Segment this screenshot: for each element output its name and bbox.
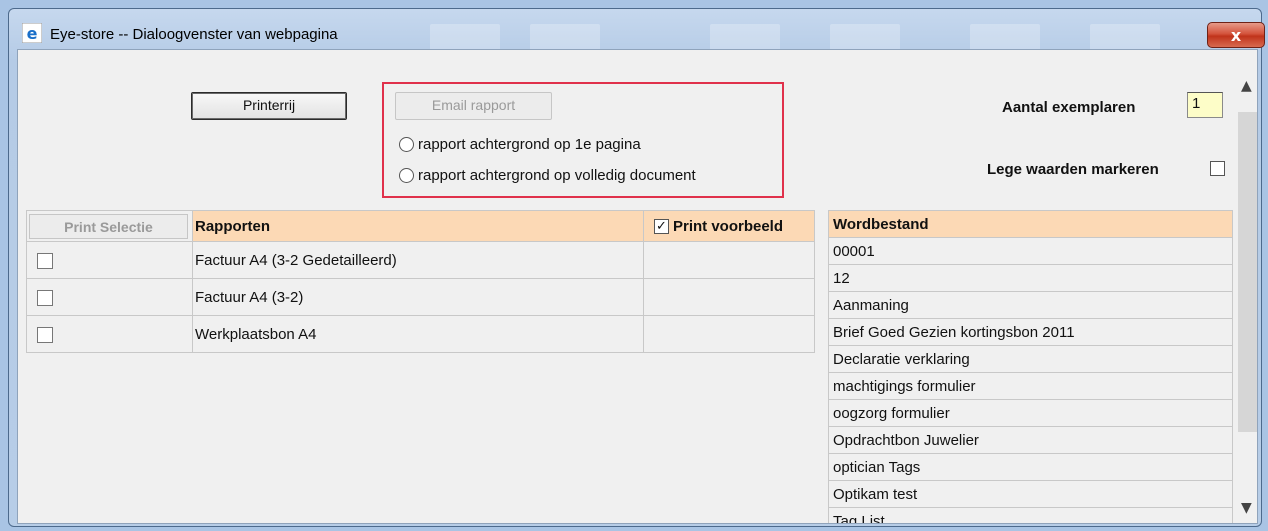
printer-queue-button[interactable]: Printerrij [191,92,347,120]
list-item[interactable]: Tag List [828,507,1233,523]
list-item[interactable]: 00001 [828,237,1233,265]
list-item[interactable]: Declaratie verklaring [828,345,1233,373]
radio-first-page-label: rapport achtergrond op 1e pagina [418,136,641,153]
scrollbar-thumb[interactable] [1238,112,1257,432]
dialog-content: Printerrij Email rapport rapport achterg… [17,49,1258,524]
radio-full-document[interactable] [399,168,414,183]
radio-first-page[interactable] [399,137,414,152]
svg-text:e: e [27,24,38,43]
table-row[interactable]: Werkplaatsbon A4 [26,315,815,353]
print-preview-label: Print voorbeeld [673,217,784,235]
print-selection-button[interactable]: Print Selectie [29,213,188,239]
row-checkbox[interactable] [37,326,53,343]
report-name[interactable]: Factuur A4 (3-2 Gedetailleerd) [192,241,644,279]
copies-label: Aantal exemplaren [1002,99,1136,116]
mark-empty-label: Lege waarden markeren [987,161,1159,178]
mark-empty-checkbox[interactable] [1210,161,1225,176]
list-item[interactable]: Opdrachtbon Juwelier [828,426,1233,454]
close-button[interactable]: x [1207,22,1265,48]
row-select-cell [26,278,193,316]
word-file-header: Wordbestand [828,210,1233,238]
table-row[interactable]: Factuur A4 (3-2 Gedetailleerd) [26,241,815,279]
radio-full-document-option[interactable]: rapport achtergrond op volledig document [399,167,696,184]
reports-table: Print Selectie Rapporten ✓ Print voorbee… [26,210,815,353]
row-preview-cell [643,278,815,316]
print-preview-header: ✓ Print voorbeeld [643,210,815,242]
row-checkbox[interactable] [37,252,53,269]
word-file-list: Wordbestand 00001 12 Aanmaning Brief Goe… [828,210,1233,523]
reports-header: Rapporten [192,210,644,242]
table-row[interactable]: Factuur A4 (3-2) [26,278,815,316]
print-preview-option[interactable]: ✓ Print voorbeeld [644,218,814,235]
close-icon: x [1230,25,1242,45]
row-checkbox[interactable] [37,289,53,306]
radio-full-document-label: rapport achtergrond op volledig document [418,167,696,184]
list-item[interactable]: Brief Goed Gezien kortingsbon 2011 [828,318,1233,346]
report-name[interactable]: Factuur A4 (3-2) [192,278,644,316]
row-preview-cell [643,241,815,279]
copies-input[interactable]: 1 [1187,92,1223,118]
print-preview-checkbox[interactable]: ✓ [654,218,669,234]
list-item[interactable]: Aanmaning [828,291,1233,319]
reports-header-row: Print Selectie Rapporten ✓ Print voorbee… [26,210,815,242]
row-select-cell [26,241,193,279]
window-title: Eye-store -- Dialoogvenster van webpagin… [50,26,338,43]
list-item[interactable]: 12 [828,264,1233,292]
vertical-scrollbar[interactable]: ▲ ▼ [1237,72,1257,523]
title-bar: e Eye-store -- Dialoogvenster van webpag… [10,12,1265,54]
list-item[interactable]: optician Tags [828,453,1233,481]
scroll-down-icon[interactable]: ▼ [1241,500,1252,516]
report-name[interactable]: Werkplaatsbon A4 [192,315,644,353]
row-select-cell [26,315,193,353]
scroll-up-icon[interactable]: ▲ [1241,78,1252,94]
row-preview-cell [643,315,815,353]
email-report-button[interactable]: Email rapport [395,92,552,120]
list-item[interactable]: machtigings formulier [828,372,1233,400]
internet-explorer-icon: e [22,23,42,43]
list-item[interactable]: Optikam test [828,480,1233,508]
list-item[interactable]: oogzorg formulier [828,399,1233,427]
print-selection-cell: Print Selectie [26,210,193,242]
radio-first-page-option[interactable]: rapport achtergrond op 1e pagina [399,136,641,153]
